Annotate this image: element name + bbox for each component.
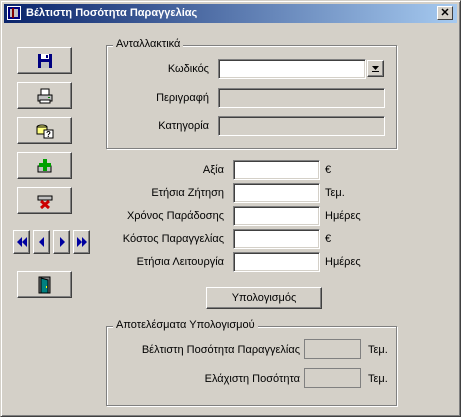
code-field[interactable] bbox=[218, 59, 366, 79]
delete-button[interactable] bbox=[17, 187, 72, 214]
floppy-disk-icon bbox=[37, 53, 52, 68]
annual-operation-label: Ετήσια Λειτουργία bbox=[136, 256, 224, 268]
order-cost-label: Κόστος Παραγγελίας bbox=[122, 233, 224, 245]
last-record-button[interactable] bbox=[73, 230, 90, 254]
plus-icon bbox=[37, 158, 51, 172]
eoq-result-field bbox=[304, 339, 361, 359]
main-window: Βέλτιστη Ποσότητα Παραγγελίας ✕ ? Ανταλλ… bbox=[0, 0, 461, 417]
delivery-time-field[interactable] bbox=[233, 206, 320, 226]
window-title: Βέλτιστη Ποσότητα Παραγγελίας bbox=[26, 7, 198, 19]
exit-door-icon bbox=[38, 276, 50, 293]
search-button[interactable]: ? bbox=[17, 117, 72, 144]
delete-x-icon bbox=[37, 195, 52, 209]
search-query-icon: ? bbox=[36, 124, 53, 139]
value-unit: € bbox=[325, 164, 332, 176]
eoq-label: Βέλτιστη Ποσότητα Παραγγελίας bbox=[141, 344, 300, 356]
order-cost-field[interactable] bbox=[233, 229, 320, 249]
results-groupbox: Αποτελέσματα Υπολογισμού bbox=[106, 319, 397, 406]
last-arrow-icon bbox=[76, 237, 87, 247]
first-record-button[interactable] bbox=[13, 230, 30, 254]
description-label: Περιγραφή bbox=[156, 92, 209, 104]
exit-button[interactable] bbox=[17, 271, 72, 298]
first-arrow-icon bbox=[16, 237, 27, 247]
order-cost-unit: € bbox=[325, 233, 332, 245]
annual-operation-field[interactable] bbox=[233, 252, 320, 272]
calculate-button[interactable]: Υπολογισμός bbox=[206, 287, 322, 309]
print-button[interactable] bbox=[17, 82, 72, 109]
next-record-button[interactable] bbox=[53, 230, 70, 254]
min-quantity-result-field bbox=[304, 368, 361, 388]
chevron-down-icon bbox=[372, 66, 379, 72]
results-legend: Αποτελέσματα Υπολογισμού bbox=[113, 319, 258, 331]
description-field bbox=[218, 88, 385, 108]
value-label: Αξία bbox=[202, 164, 224, 176]
next-arrow-icon bbox=[59, 237, 65, 247]
delivery-time-unit: Ημέρες bbox=[325, 210, 361, 222]
min-quantity-unit: Τεμ. bbox=[368, 373, 388, 385]
app-icon bbox=[7, 6, 21, 20]
parts-legend: Ανταλλακτικά bbox=[113, 38, 184, 50]
close-button[interactable]: ✕ bbox=[437, 6, 453, 20]
delivery-time-label: Χρόνος Παράδοσης bbox=[126, 210, 224, 222]
annual-demand-unit: Τεμ. bbox=[325, 187, 345, 199]
annual-demand-field[interactable] bbox=[233, 183, 320, 203]
calculate-button-label: Υπολογισμός bbox=[231, 292, 297, 304]
min-quantity-label: Ελάχιστη Ποσότητα bbox=[204, 373, 300, 385]
category-label: Κατηγορία bbox=[158, 120, 209, 132]
code-dropdown-button[interactable] bbox=[367, 60, 384, 77]
annual-demand-label: Ετήσια Ζήτηση bbox=[151, 187, 224, 199]
previous-record-button[interactable] bbox=[33, 230, 50, 254]
save-button[interactable] bbox=[17, 47, 72, 74]
annual-operation-unit: Ημέρες bbox=[325, 256, 361, 268]
title-bar[interactable]: Βέλτιστη Ποσότητα Παραγγελίας ✕ bbox=[4, 4, 457, 23]
printer-icon bbox=[37, 88, 52, 103]
previous-arrow-icon bbox=[38, 237, 44, 247]
category-field bbox=[218, 116, 385, 136]
eoq-unit: Τεμ. bbox=[368, 344, 388, 356]
value-field[interactable] bbox=[233, 160, 320, 180]
svg-text:?: ? bbox=[46, 130, 51, 139]
add-button[interactable] bbox=[17, 152, 72, 179]
code-label: Κωδικός bbox=[167, 63, 209, 75]
